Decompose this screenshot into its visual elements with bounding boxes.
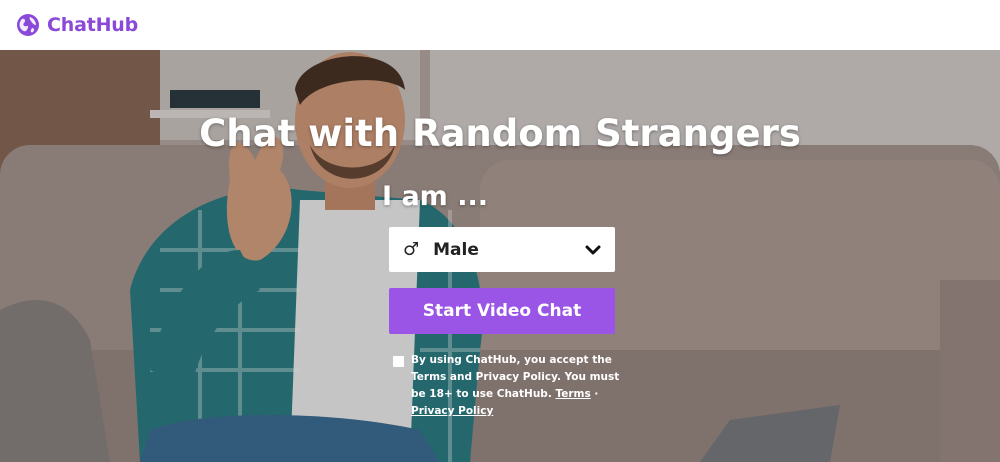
link-separator: · [590,388,599,400]
chevron-down-icon [585,245,601,254]
hero-section: Chat with Random Strangers I am ... ♂ Ma… [0,50,1000,462]
gender-select[interactable]: ♂ Male [389,227,615,272]
start-video-chat-button[interactable]: Start Video Chat [389,288,615,334]
gender-select-value: Male [433,239,479,260]
hero-title: Chat with Random Strangers [199,112,801,155]
terms-link[interactable]: Terms [555,388,590,400]
top-header: ChatHub [0,0,1000,50]
brand-name: ChatHub [47,14,139,36]
i-am-label: I am ... [382,181,488,212]
terms-text-block: By using ChatHub, you accept the Terms a… [411,352,621,420]
privacy-policy-link[interactable]: Privacy Policy [411,405,493,417]
terms-consent: By using ChatHub, you accept the Terms a… [393,352,623,420]
globe-icon [17,14,39,36]
brand-logo[interactable]: ChatHub [16,13,138,37]
terms-checkbox[interactable] [393,356,404,367]
male-symbol-icon: ♂ [403,239,420,260]
